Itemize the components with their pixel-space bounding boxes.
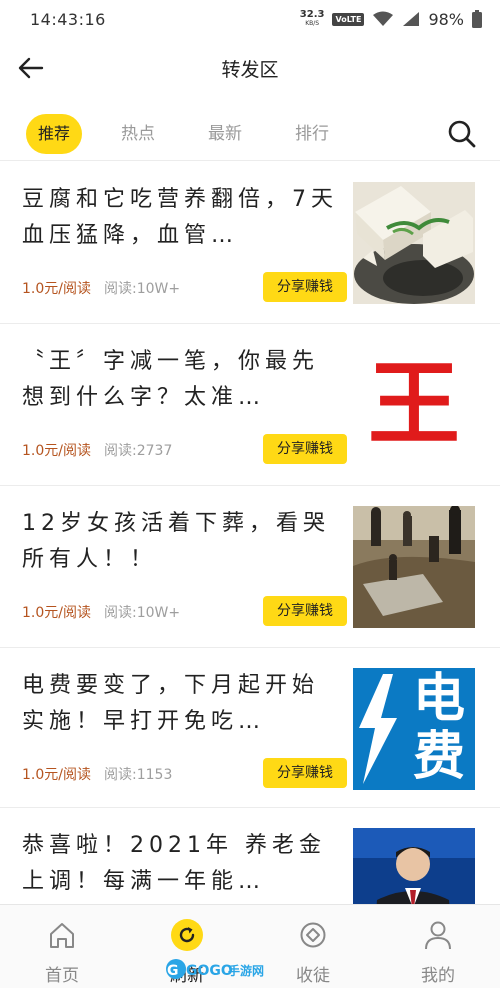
refresh-badge [171,919,203,951]
tofu-dish-illustration [353,182,475,304]
svg-text:手游网: 手游网 [228,963,264,978]
tab-ranking[interactable]: 排行 [292,114,332,154]
electricity-text: 电 [412,669,465,729]
article-item[interactable]: 豆腐和它吃营养翻倍，7天血压猛降，血管… 1.0元/阅读 阅读:10W+ 分享赚… [0,162,500,324]
search-icon [448,120,476,148]
article-title[interactable]: 电费要变了，下月起开始实施！早打开免吃… [22,668,344,742]
network-speed: 32.3 KB/S [300,10,325,28]
share-earn-button[interactable]: 分享赚钱 [263,272,347,302]
share-earn-button[interactable]: 分享赚钱 [263,758,347,788]
news-anchor-illustration [353,828,475,904]
tab-recommended[interactable]: 推荐 [26,114,82,154]
share-earn-button[interactable]: 分享赚钱 [263,434,347,464]
gogo-watermark-logo: G GOGO 手游网 [166,959,264,979]
tab-hot[interactable]: 热点 [118,114,158,154]
nav-profile-label: 我的 [421,966,455,986]
tabs-divider [0,160,500,161]
article-read-count: 阅读:1153 [104,767,173,783]
apprentice-icon-wrap [293,917,333,953]
status-time: 14:43:16 [30,9,106,29]
search-button[interactable] [444,116,480,152]
article-read-count: 阅读:10W+ [104,281,181,297]
article-read-count: 阅读:2737 [104,443,173,459]
nav-home[interactable]: 首页 [12,905,112,988]
nav-apprentice-label: 收徒 [296,966,330,986]
electricity-fee-image[interactable]: 电 费 [353,668,475,790]
status-icons: 32.3 KB/S VoLTE 98% [300,10,482,29]
burial-scene-photo[interactable] [353,506,475,628]
network-speed-unit: KB/S [305,20,320,27]
refresh-icon [179,927,195,943]
tofu-dish-photo[interactable] [353,182,475,304]
refresh-icon-wrap [167,917,207,953]
nav-apprentice[interactable]: 收徒 [263,905,363,988]
article-item[interactable]: 12岁女孩活着下葬，看哭所有人！！ 1.0元/阅读 阅读:10W+ 分享赚钱 [0,486,500,648]
apprentice-icon [300,922,326,948]
home-icon-wrap [42,917,82,953]
home-icon [50,923,74,948]
status-bar: 14:43:16 32.3 KB/S VoLTE 98% [0,0,500,38]
profile-icon-wrap [418,917,458,953]
arrow-left-icon [18,57,44,79]
article-title[interactable]: 12岁女孩活着下葬，看哭所有人！！ [22,506,344,580]
svg-text:G: G [167,963,179,979]
nav-profile[interactable]: 我的 [388,905,488,988]
category-tabs: 推荐 热点 最新 排行 [0,104,500,158]
article-price: 1.0元/阅读 [22,281,91,297]
burial-scene-illustration [353,506,475,628]
battery-level: 98% [428,9,464,29]
wang-character-image[interactable]: 王 [353,344,475,466]
header: 转发区 [0,38,500,98]
back-button[interactable] [14,52,48,84]
profile-icon [425,921,451,950]
article-title[interactable]: 恭喜啦！2021年 养老金上调！每满一年能… [22,828,344,902]
article-title[interactable]: 〝王〞字减一笔，你最先想到什么字？太准… [22,344,344,418]
wang-character: 王 [367,351,460,458]
tab-latest[interactable]: 最新 [205,114,245,154]
signal-icon [403,12,420,26]
news-anchor-photo[interactable] [353,828,475,904]
wifi-icon [373,11,394,26]
lightning-bolt-icon [359,674,397,784]
fee-text: 费 [412,727,465,787]
battery-icon [472,10,482,28]
svg-text:GOGO: GOGO [186,963,233,979]
article-read-count: 阅读:10W+ [104,605,181,621]
share-earn-button[interactable]: 分享赚钱 [263,596,347,626]
article-item[interactable]: 〝王〞字减一笔，你最先想到什么字？太准… 1.0元/阅读 阅读:2737 分享赚… [0,324,500,486]
nav-home-label: 首页 [45,966,79,986]
network-speed-value: 32.3 [299,9,325,20]
article-item[interactable]: 恭喜啦！2021年 养老金上调！每满一年能… [0,808,500,904]
article-price: 1.0元/阅读 [22,767,91,783]
article-price: 1.0元/阅读 [22,605,91,621]
volte-badge: VoLTE [332,12,365,26]
article-item[interactable]: 电费要变了，下月起开始实施！早打开免吃… 1.0元/阅读 阅读:1153 分享赚… [0,648,500,810]
article-price: 1.0元/阅读 [22,443,91,459]
page-title: 转发区 [221,58,279,81]
article-title[interactable]: 豆腐和它吃营养翻倍，7天血压猛降，血管… [22,182,344,256]
